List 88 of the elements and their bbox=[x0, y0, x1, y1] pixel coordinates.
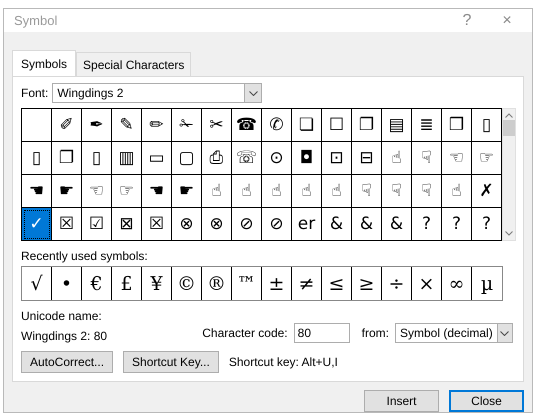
symbol-cell[interactable]: ⎙ bbox=[202, 142, 232, 175]
symbol-cell[interactable]: ▭ bbox=[142, 142, 172, 175]
symbol-cell[interactable]: ☝ bbox=[262, 175, 292, 208]
symbol-cell[interactable]: ◘ bbox=[292, 142, 322, 175]
font-dropdown[interactable]: Wingdings 2 bbox=[52, 83, 262, 103]
symbol-cell[interactable]: ☛ bbox=[52, 175, 82, 208]
symbol-cell[interactable]: ☟ bbox=[382, 175, 412, 208]
symbol-cell[interactable]: ⊟ bbox=[352, 142, 382, 175]
symbol-cell[interactable]: ▢ bbox=[172, 142, 202, 175]
symbol-cell[interactable]: ▯ bbox=[82, 142, 112, 175]
symbol-cell[interactable]: ☜ bbox=[82, 175, 112, 208]
symbol-cell[interactable]: ⊡ bbox=[322, 142, 352, 175]
symbol-cell[interactable]: ☑ bbox=[82, 208, 112, 241]
symbol-cell[interactable]: ✐ bbox=[52, 109, 82, 142]
unicode-name-value: Wingdings 2: 80 bbox=[21, 329, 108, 343]
symbol-cell[interactable]: ▥ bbox=[112, 142, 142, 175]
from-dropdown[interactable]: Symbol (decimal) bbox=[395, 323, 513, 343]
symbol-cell[interactable]: ▯ bbox=[472, 109, 502, 142]
unicode-name-label: Unicode name: bbox=[21, 309, 103, 323]
symbol-cell[interactable]: ❏ bbox=[292, 109, 322, 142]
symbol-cell[interactable]: ☞ bbox=[112, 175, 142, 208]
character-code-label: Character code: bbox=[202, 326, 288, 340]
symbol-cell[interactable]: ❒ bbox=[442, 109, 472, 142]
symbol-cell[interactable]: ☏ bbox=[232, 142, 262, 175]
symbol-cell[interactable]: ☜ bbox=[442, 142, 472, 175]
symbol-cell[interactable]: ☎ bbox=[232, 109, 262, 142]
symbol-cell[interactable]: ☒ bbox=[52, 208, 82, 241]
symbol-cell[interactable]: ✎ bbox=[112, 109, 142, 142]
tab[interactable]: Special Characters bbox=[76, 52, 192, 76]
symbol-cell[interactable]: ☐ bbox=[322, 109, 352, 142]
symbol-cell[interactable]: ☚ bbox=[22, 175, 52, 208]
scrollbar[interactable] bbox=[502, 108, 516, 241]
scroll-down-icon[interactable] bbox=[505, 231, 513, 236]
from-label: from: bbox=[362, 326, 389, 340]
symbol-cell[interactable]: ✆ bbox=[262, 109, 292, 142]
symbol-cell[interactable]: ☝ bbox=[322, 175, 352, 208]
scroll-up-icon[interactable] bbox=[505, 113, 513, 118]
tab[interactable]: Symbols bbox=[12, 50, 76, 76]
character-code-field[interactable]: 80 bbox=[294, 323, 350, 343]
symbol-cell[interactable]: ✗ bbox=[472, 175, 502, 208]
dialog-button[interactable]: Insert bbox=[364, 390, 439, 412]
caret-icon bbox=[500, 330, 510, 336]
symbol-cell[interactable]: ☟ bbox=[412, 175, 442, 208]
symbol-cell[interactable]: ✓ bbox=[22, 208, 52, 241]
symbol-cell[interactable]: ☝ bbox=[202, 175, 232, 208]
symbol-cell[interactable]: ≣ bbox=[412, 109, 442, 142]
symbol-cell[interactable]: ? bbox=[472, 208, 502, 241]
symbol-cell[interactable]: ▯ bbox=[22, 142, 52, 175]
symbol-cell[interactable]: er bbox=[292, 208, 322, 241]
caret-icon bbox=[248, 90, 258, 96]
symbol-cell[interactable]: ✒ bbox=[82, 109, 112, 142]
symbol-cell[interactable]: ☛ bbox=[172, 175, 202, 208]
symbol-cell[interactable]: ▤ bbox=[382, 109, 412, 142]
symbol-cell[interactable]: ✂ bbox=[202, 109, 232, 142]
symbol-cell[interactable]: ⊘ bbox=[262, 208, 292, 241]
font-label: Font: bbox=[21, 86, 48, 100]
scrollbar-thumb[interactable] bbox=[503, 120, 515, 136]
dialog-button[interactable]: Shortcut Key... bbox=[123, 351, 219, 373]
recent-label: Recently used symbols: bbox=[21, 249, 148, 263]
symbol-cell[interactable]: ☟ bbox=[412, 142, 442, 175]
symbol-cell[interactable]: ☝ bbox=[232, 175, 262, 208]
symbol-cell[interactable]: ☚ bbox=[142, 175, 172, 208]
symbol-cell[interactable]: ⊘ bbox=[232, 208, 262, 241]
symbol-cell[interactable]: ? bbox=[442, 208, 472, 241]
window-title: Symbol bbox=[14, 13, 58, 28]
symbol-cell[interactable]: ✏ bbox=[142, 109, 172, 142]
symbol-cell[interactable]: ⊗ bbox=[202, 208, 232, 241]
symbol-cell[interactable]: ⊗ bbox=[172, 208, 202, 241]
symbol-cell[interactable] bbox=[22, 109, 52, 142]
symbol-cell[interactable]: ✁ bbox=[172, 109, 202, 142]
symbol-cell[interactable]: ❐ bbox=[52, 142, 82, 175]
symbol-cell[interactable]: & bbox=[322, 208, 352, 241]
dialog-button[interactable]: AutoCorrect... bbox=[21, 351, 114, 373]
recent-symbol[interactable]: µ bbox=[472, 267, 502, 300]
symbol-cell[interactable]: ❐ bbox=[352, 109, 382, 142]
symbol-cell[interactable]: ☝ bbox=[442, 175, 472, 208]
symbol-cell[interactable]: ☝ bbox=[292, 175, 322, 208]
symbol-cell[interactable]: ⊙ bbox=[262, 142, 292, 175]
symbol-cell[interactable]: & bbox=[352, 208, 382, 241]
symbol-cell[interactable]: ☟ bbox=[352, 175, 382, 208]
dialog-button[interactable]: Close bbox=[449, 390, 524, 412]
symbol-cell[interactable]: & bbox=[382, 208, 412, 241]
symbol-cell[interactable]: ☝ bbox=[382, 142, 412, 175]
symbol-cell[interactable]: ? bbox=[412, 208, 442, 241]
symbol-cell[interactable]: ⊠ bbox=[112, 208, 142, 241]
symbol-cell[interactable]: ☒ bbox=[142, 208, 172, 241]
shortcut-text: Shortcut key: Alt+U,I bbox=[228, 355, 338, 369]
symbol-cell[interactable]: ☞ bbox=[472, 142, 502, 175]
